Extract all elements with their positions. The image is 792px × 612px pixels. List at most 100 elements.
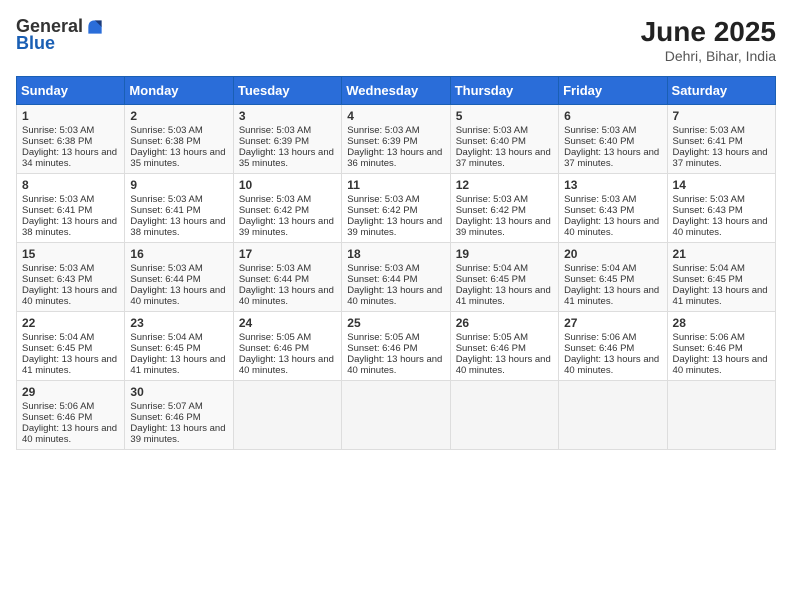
day-header-friday: Friday — [559, 77, 667, 105]
sunrise-label: Sunrise: 5:03 AM — [347, 194, 419, 205]
calendar-cell: 19 Sunrise: 5:04 AM Sunset: 6:45 PM Dayl… — [450, 243, 558, 312]
sunset-label: Sunset: 6:42 PM — [239, 205, 309, 216]
day-number: 18 — [347, 247, 444, 261]
sunset-label: Sunset: 6:39 PM — [347, 136, 417, 147]
calendar-cell: 16 Sunrise: 5:03 AM Sunset: 6:44 PM Dayl… — [125, 243, 233, 312]
calendar-cell: 10 Sunrise: 5:03 AM Sunset: 6:42 PM Dayl… — [233, 174, 341, 243]
day-number: 10 — [239, 178, 336, 192]
daylight-label: Daylight: 13 hours and 35 minutes. — [239, 147, 334, 169]
calendar-cell — [450, 381, 558, 450]
sunset-label: Sunset: 6:39 PM — [239, 136, 309, 147]
calendar-cell: 14 Sunrise: 5:03 AM Sunset: 6:43 PM Dayl… — [667, 174, 775, 243]
calendar-week-row: 29 Sunrise: 5:06 AM Sunset: 6:46 PM Dayl… — [17, 381, 776, 450]
daylight-label: Daylight: 13 hours and 41 minutes. — [456, 285, 551, 307]
calendar-header-row: SundayMondayTuesdayWednesdayThursdayFrid… — [17, 77, 776, 105]
calendar-week-row: 1 Sunrise: 5:03 AM Sunset: 6:38 PM Dayli… — [17, 105, 776, 174]
calendar-cell: 5 Sunrise: 5:03 AM Sunset: 6:40 PM Dayli… — [450, 105, 558, 174]
daylight-label: Daylight: 13 hours and 41 minutes. — [564, 285, 659, 307]
sunset-label: Sunset: 6:46 PM — [239, 343, 309, 354]
sunrise-label: Sunrise: 5:03 AM — [130, 194, 202, 205]
sunrise-label: Sunrise: 5:03 AM — [22, 125, 94, 136]
daylight-label: Daylight: 13 hours and 34 minutes. — [22, 147, 117, 169]
calendar-cell — [233, 381, 341, 450]
daylight-label: Daylight: 13 hours and 39 minutes. — [239, 216, 334, 238]
day-header-thursday: Thursday — [450, 77, 558, 105]
sunrise-label: Sunrise: 5:03 AM — [239, 125, 311, 136]
sunrise-label: Sunrise: 5:04 AM — [22, 332, 94, 343]
daylight-label: Daylight: 13 hours and 40 minutes. — [22, 423, 117, 445]
daylight-label: Daylight: 13 hours and 39 minutes. — [130, 423, 225, 445]
calendar-cell: 9 Sunrise: 5:03 AM Sunset: 6:41 PM Dayli… — [125, 174, 233, 243]
day-number: 16 — [130, 247, 227, 261]
sunrise-label: Sunrise: 5:03 AM — [22, 194, 94, 205]
sunrise-label: Sunrise: 5:03 AM — [239, 194, 311, 205]
logo-icon — [85, 17, 105, 37]
sunrise-label: Sunrise: 5:03 AM — [347, 125, 419, 136]
daylight-label: Daylight: 13 hours and 37 minutes. — [564, 147, 659, 169]
calendar-cell: 22 Sunrise: 5:04 AM Sunset: 6:45 PM Dayl… — [17, 312, 125, 381]
day-number: 21 — [673, 247, 770, 261]
sunset-label: Sunset: 6:45 PM — [564, 274, 634, 285]
day-number: 6 — [564, 109, 661, 123]
sunrise-label: Sunrise: 5:04 AM — [130, 332, 202, 343]
sunrise-label: Sunrise: 5:03 AM — [564, 125, 636, 136]
sunrise-label: Sunrise: 5:06 AM — [564, 332, 636, 343]
day-header-tuesday: Tuesday — [233, 77, 341, 105]
calendar-cell: 30 Sunrise: 5:07 AM Sunset: 6:46 PM Dayl… — [125, 381, 233, 450]
sunset-label: Sunset: 6:46 PM — [456, 343, 526, 354]
calendar-cell: 21 Sunrise: 5:04 AM Sunset: 6:45 PM Dayl… — [667, 243, 775, 312]
day-number: 1 — [22, 109, 119, 123]
calendar-week-row: 22 Sunrise: 5:04 AM Sunset: 6:45 PM Dayl… — [17, 312, 776, 381]
day-number: 9 — [130, 178, 227, 192]
sunrise-label: Sunrise: 5:03 AM — [673, 125, 745, 136]
sunrise-label: Sunrise: 5:04 AM — [456, 263, 528, 274]
day-number: 23 — [130, 316, 227, 330]
calendar-cell: 2 Sunrise: 5:03 AM Sunset: 6:38 PM Dayli… — [125, 105, 233, 174]
calendar-cell — [667, 381, 775, 450]
logo: General Blue — [16, 16, 105, 54]
sunrise-label: Sunrise: 5:03 AM — [456, 194, 528, 205]
daylight-label: Daylight: 13 hours and 40 minutes. — [673, 216, 768, 238]
calendar-cell: 12 Sunrise: 5:03 AM Sunset: 6:42 PM Dayl… — [450, 174, 558, 243]
day-header-saturday: Saturday — [667, 77, 775, 105]
calendar-cell: 26 Sunrise: 5:05 AM Sunset: 6:46 PM Dayl… — [450, 312, 558, 381]
day-number: 15 — [22, 247, 119, 261]
day-number: 19 — [456, 247, 553, 261]
daylight-label: Daylight: 13 hours and 41 minutes. — [22, 354, 117, 376]
daylight-label: Daylight: 13 hours and 37 minutes. — [673, 147, 768, 169]
sunset-label: Sunset: 6:42 PM — [456, 205, 526, 216]
sunset-label: Sunset: 6:45 PM — [673, 274, 743, 285]
title-block: June 2025 Dehri, Bihar, India — [641, 16, 776, 64]
daylight-label: Daylight: 13 hours and 40 minutes. — [239, 354, 334, 376]
calendar-cell: 4 Sunrise: 5:03 AM Sunset: 6:39 PM Dayli… — [342, 105, 450, 174]
daylight-label: Daylight: 13 hours and 40 minutes. — [22, 285, 117, 307]
sunrise-label: Sunrise: 5:03 AM — [239, 263, 311, 274]
calendar-week-row: 15 Sunrise: 5:03 AM Sunset: 6:43 PM Dayl… — [17, 243, 776, 312]
sunset-label: Sunset: 6:46 PM — [130, 412, 200, 423]
calendar-cell: 6 Sunrise: 5:03 AM Sunset: 6:40 PM Dayli… — [559, 105, 667, 174]
sunset-label: Sunset: 6:41 PM — [22, 205, 92, 216]
sunset-label: Sunset: 6:44 PM — [347, 274, 417, 285]
calendar-cell: 15 Sunrise: 5:03 AM Sunset: 6:43 PM Dayl… — [17, 243, 125, 312]
calendar-table: SundayMondayTuesdayWednesdayThursdayFrid… — [16, 76, 776, 450]
sunset-label: Sunset: 6:41 PM — [130, 205, 200, 216]
daylight-label: Daylight: 13 hours and 40 minutes. — [239, 285, 334, 307]
calendar-cell: 20 Sunrise: 5:04 AM Sunset: 6:45 PM Dayl… — [559, 243, 667, 312]
calendar-cell: 11 Sunrise: 5:03 AM Sunset: 6:42 PM Dayl… — [342, 174, 450, 243]
calendar-cell — [342, 381, 450, 450]
location-text: Dehri, Bihar, India — [641, 48, 776, 64]
sunrise-label: Sunrise: 5:03 AM — [673, 194, 745, 205]
sunrise-label: Sunrise: 5:05 AM — [239, 332, 311, 343]
daylight-label: Daylight: 13 hours and 37 minutes. — [456, 147, 551, 169]
sunset-label: Sunset: 6:46 PM — [673, 343, 743, 354]
day-number: 29 — [22, 385, 119, 399]
day-number: 22 — [22, 316, 119, 330]
day-number: 4 — [347, 109, 444, 123]
daylight-label: Daylight: 13 hours and 39 minutes. — [456, 216, 551, 238]
day-number: 17 — [239, 247, 336, 261]
day-number: 7 — [673, 109, 770, 123]
sunset-label: Sunset: 6:45 PM — [130, 343, 200, 354]
sunset-label: Sunset: 6:46 PM — [22, 412, 92, 423]
daylight-label: Daylight: 13 hours and 40 minutes. — [130, 285, 225, 307]
daylight-label: Daylight: 13 hours and 38 minutes. — [22, 216, 117, 238]
